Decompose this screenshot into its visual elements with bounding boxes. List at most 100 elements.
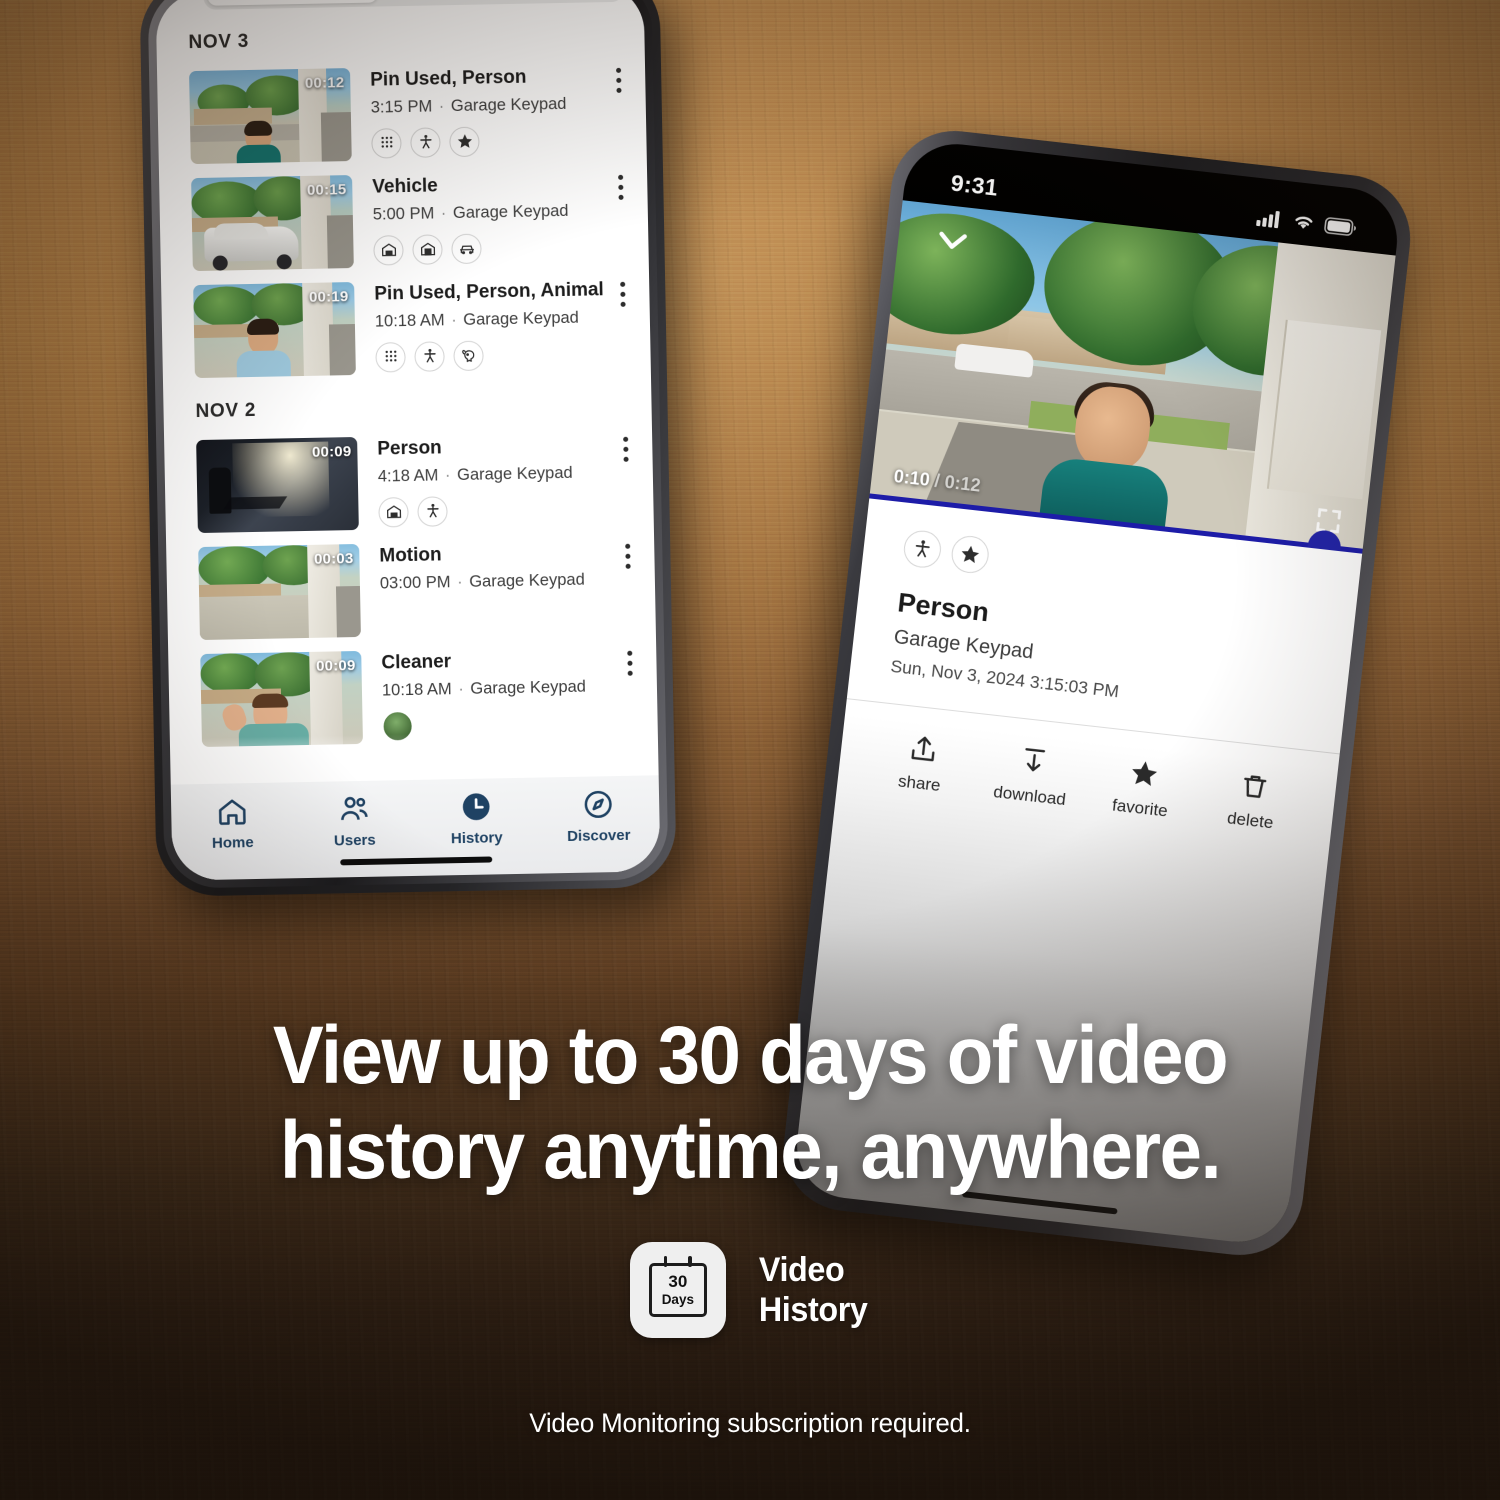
event-title: Pin Used, Person bbox=[370, 66, 527, 91]
garage-open-icon[interactable] bbox=[378, 496, 409, 528]
event-body: Motion 03:00 PM · Garage Keypad bbox=[359, 539, 642, 637]
event-time: 10:18 AM bbox=[374, 311, 445, 331]
event-title: Motion bbox=[379, 544, 442, 567]
event-thumbnail[interactable]: 00:09 bbox=[196, 436, 359, 534]
tab-label: Discover bbox=[566, 826, 631, 846]
separator: · bbox=[456, 572, 463, 591]
event-body: Pin Used, Person 3:15 PM · Garage Keypad bbox=[350, 63, 633, 161]
event-body: Pin Used, Person, Animal 10:18 AM · Gara… bbox=[354, 277, 637, 375]
badge-title-line-2: History bbox=[758, 1291, 868, 1329]
tab-label: Users bbox=[333, 831, 376, 850]
more-options-icon[interactable] bbox=[622, 436, 629, 462]
tab-home[interactable]: Home bbox=[171, 794, 294, 852]
wifi-icon bbox=[1295, 216, 1313, 229]
separator: · bbox=[440, 204, 447, 223]
event-chips bbox=[371, 123, 633, 159]
event-subtitle: 5:00 PM · Garage Keypad bbox=[373, 200, 634, 224]
action-label: favorite bbox=[1111, 795, 1169, 821]
video-garage-door bbox=[1266, 319, 1382, 500]
more-options-icon[interactable] bbox=[626, 650, 633, 676]
person-icon[interactable] bbox=[417, 496, 448, 527]
more-options-icon[interactable] bbox=[617, 174, 624, 200]
calendar-unit: Days bbox=[661, 1292, 694, 1308]
event-title: Cleaner bbox=[381, 651, 452, 674]
person-icon[interactable] bbox=[410, 127, 441, 158]
event-duration: 00:03 bbox=[313, 550, 354, 568]
event-camera: Garage Keypad bbox=[470, 677, 587, 698]
garage-closed-icon[interactable] bbox=[412, 234, 443, 265]
favorite-button[interactable]: favorite bbox=[1084, 753, 1201, 825]
event-thumbnail[interactable]: 00:15 bbox=[191, 175, 354, 272]
action-bar: share download favorite delete bbox=[837, 699, 1339, 840]
tab-history[interactable]: History bbox=[415, 790, 538, 848]
star-icon[interactable] bbox=[449, 126, 480, 157]
delete-button[interactable]: delete bbox=[1194, 765, 1311, 837]
event-subtitle: 03:00 PM · Garage Keypad bbox=[380, 569, 641, 593]
more-options-icon[interactable] bbox=[615, 67, 622, 93]
bottom-tab-bar: Home Users History Discover bbox=[170, 775, 661, 881]
car-icon[interactable] bbox=[451, 233, 482, 264]
tab-discover[interactable]: Discover bbox=[537, 787, 660, 845]
share-icon bbox=[910, 736, 935, 762]
list-item[interactable]: 00:19 Pin Used, Person, Animal 10:18 AM … bbox=[161, 269, 651, 385]
separator: · bbox=[444, 466, 451, 485]
more-options-icon[interactable] bbox=[619, 281, 626, 307]
more-options-icon[interactable] bbox=[624, 543, 631, 569]
event-time: 3:15 PM bbox=[370, 97, 433, 117]
home-icon bbox=[218, 799, 246, 825]
tab-users[interactable]: Users bbox=[293, 792, 416, 850]
event-duration: 00:12 bbox=[304, 74, 345, 92]
person-icon[interactable] bbox=[902, 528, 943, 570]
player-total: 0:12 bbox=[943, 471, 982, 496]
video-player[interactable]: 0:10 / 0:12 bbox=[869, 200, 1396, 554]
event-subtitle: 10:18 AM · Garage Keypad bbox=[375, 307, 636, 331]
share-button[interactable]: share bbox=[863, 728, 980, 800]
event-chips bbox=[375, 337, 637, 373]
download-icon bbox=[1024, 748, 1045, 772]
list-item[interactable]: 00:15 Vehicle 5:00 PM · Garage Keypad bbox=[159, 162, 649, 278]
users-icon bbox=[341, 796, 368, 821]
star-icon[interactable] bbox=[949, 534, 991, 575]
event-duration: 00:09 bbox=[311, 443, 352, 461]
tab-label: Home bbox=[211, 834, 254, 852]
player-divider: / bbox=[933, 470, 941, 492]
action-label: delete bbox=[1226, 808, 1275, 833]
keypad-icon[interactable] bbox=[371, 127, 402, 159]
garage-open-icon[interactable] bbox=[373, 234, 404, 266]
event-time: 10:18 AM bbox=[381, 680, 452, 700]
star-icon bbox=[1131, 761, 1157, 786]
list-item[interactable]: 00:03 Motion 03:00 PM · Garage Keypad bbox=[166, 531, 656, 647]
player-elapsed: 0:10 bbox=[892, 466, 931, 490]
event-body: Cleaner 10:18 AM · Garage Keypad bbox=[361, 646, 644, 744]
history-screen: NOV 3 00:12 Pin Used, Person 3:15 PM · G… bbox=[155, 0, 661, 881]
event-thumbnail[interactable]: 00:03 bbox=[198, 543, 361, 641]
event-chips bbox=[373, 230, 635, 266]
event-camera: Garage Keypad bbox=[469, 570, 585, 591]
chevron-down-icon[interactable] bbox=[930, 218, 974, 262]
keypad-icon[interactable] bbox=[375, 341, 406, 373]
event-title: Person bbox=[377, 437, 442, 460]
calendar-icon: 30 Days bbox=[648, 1256, 707, 1317]
download-button[interactable]: download bbox=[973, 740, 1090, 812]
event-camera: Garage Keypad bbox=[452, 201, 569, 222]
animal-icon[interactable] bbox=[453, 340, 484, 371]
event-camera: Garage Keypad bbox=[463, 308, 580, 329]
event-thumbnail[interactable]: 00:09 bbox=[200, 650, 363, 748]
segmented-control-selected bbox=[207, 0, 378, 6]
event-body: Person 4:18 AM · Garage Keypad bbox=[357, 432, 640, 530]
event-duration: 00:15 bbox=[306, 181, 347, 199]
calendar-number: 30 bbox=[668, 1272, 688, 1292]
disclaimer-text: Video Monitoring subscription required. bbox=[529, 1408, 971, 1438]
person-icon[interactable] bbox=[414, 341, 445, 372]
list-item[interactable]: 00:12 Pin Used, Person 3:15 PM · Garage … bbox=[157, 55, 647, 171]
list-item[interactable]: 00:09 Person 4:18 AM · Garage Keypad bbox=[164, 424, 654, 540]
cellular-icon bbox=[1256, 211, 1280, 229]
event-duration: 00:09 bbox=[315, 657, 356, 675]
event-title: Pin Used, Person, Animal bbox=[374, 279, 604, 305]
event-subtitle: 10:18 AM · Garage Keypad bbox=[382, 676, 643, 700]
headline-line-2: history anytime, anywhere. bbox=[279, 1105, 1222, 1197]
tab-label: History bbox=[450, 829, 503, 848]
event-chips bbox=[378, 492, 640, 528]
event-thumbnail[interactable]: 00:19 bbox=[193, 282, 356, 379]
event-thumbnail[interactable]: 00:12 bbox=[189, 68, 352, 165]
